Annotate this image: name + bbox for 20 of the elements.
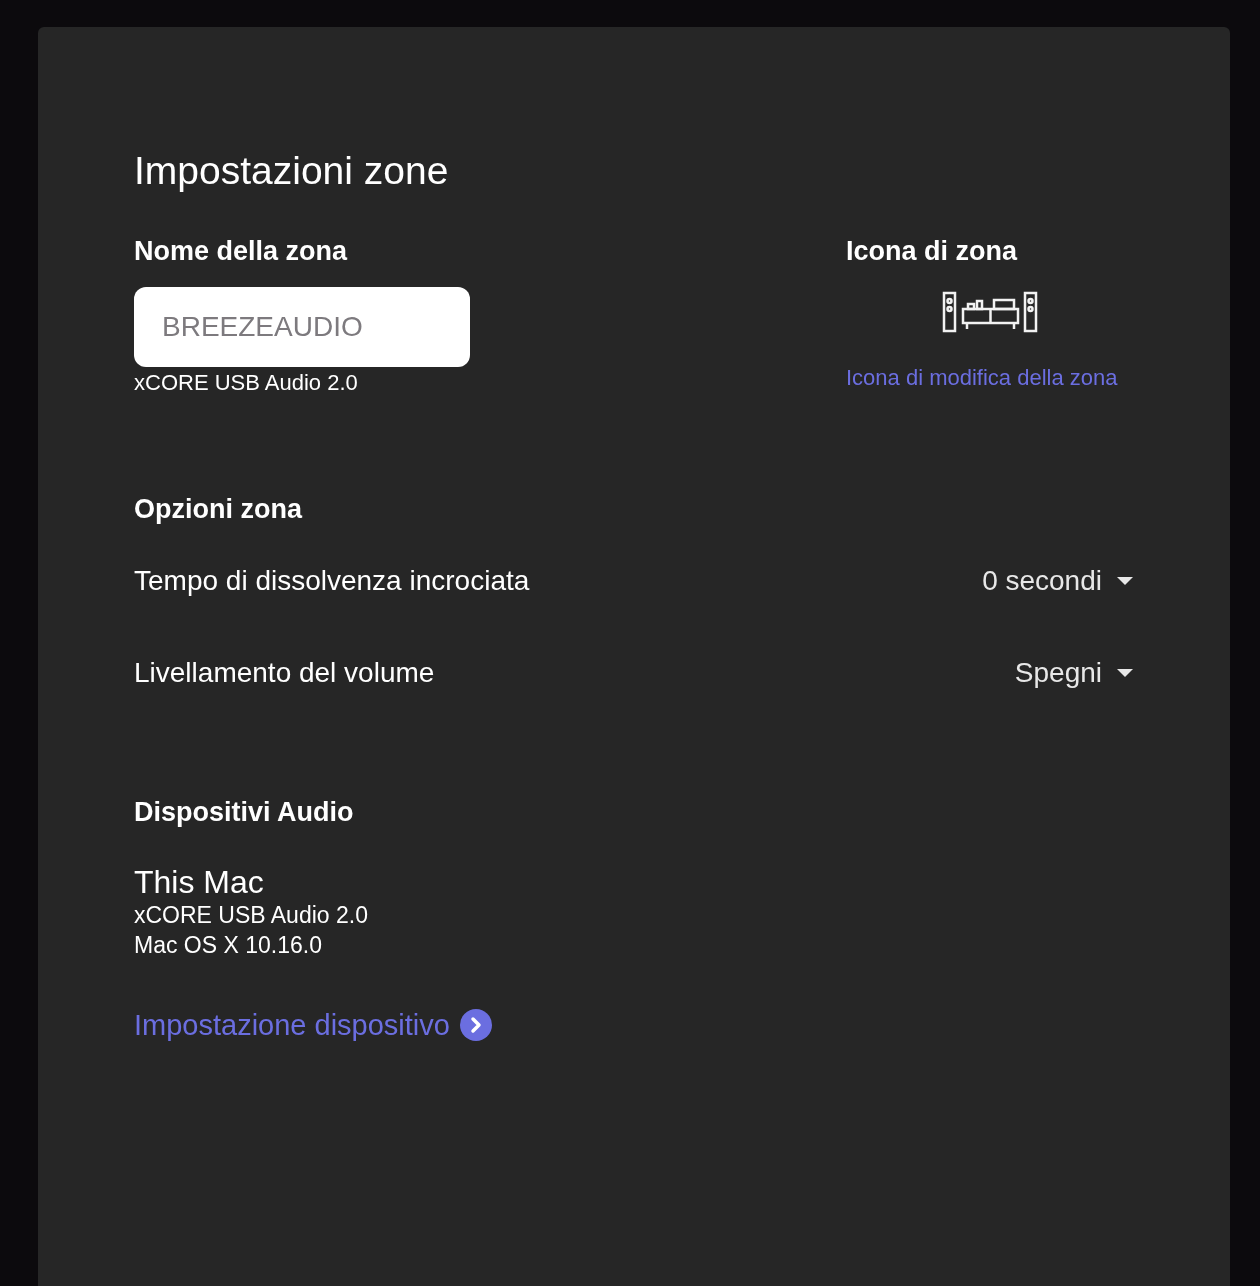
section-heading: Icona di zona [846, 238, 1018, 265]
section-heading: Dispositivi Audio [134, 799, 355, 826]
device-title: This Mac [134, 864, 265, 901]
device-info: xCORE USB Audio 2.0 [134, 901, 369, 930]
section-heading: Nome della zona [134, 238, 349, 265]
edit-zone-icon-link[interactable]: Icona di modifica della zona [846, 365, 1118, 391]
stereo-system-icon[interactable] [942, 291, 1038, 333]
option-dropdown[interactable]: 0 secondi [982, 565, 1134, 597]
zone-name-field[interactable]: BREEZEAUDIO [134, 287, 470, 367]
device-name: xCORE USB Audio 2.0 [134, 370, 359, 396]
section-heading: Opzioni zona [134, 496, 304, 523]
option-label: Tempo di dissolvenza incrociata [134, 565, 530, 597]
chevron-icon [459, 1009, 492, 1042]
caret-icon [1116, 668, 1134, 678]
option-label: Livellamento del volume [134, 657, 435, 689]
device-settings-link[interactable]: Impostazione dispositivo [134, 1008, 492, 1042]
option-dropdown[interactable]: Spegni [1014, 657, 1134, 689]
page-title: Impostazioni zone [134, 151, 450, 190]
device-info: Mac OS X 10.16.0 [134, 930, 323, 960]
caret-icon [1116, 576, 1134, 586]
